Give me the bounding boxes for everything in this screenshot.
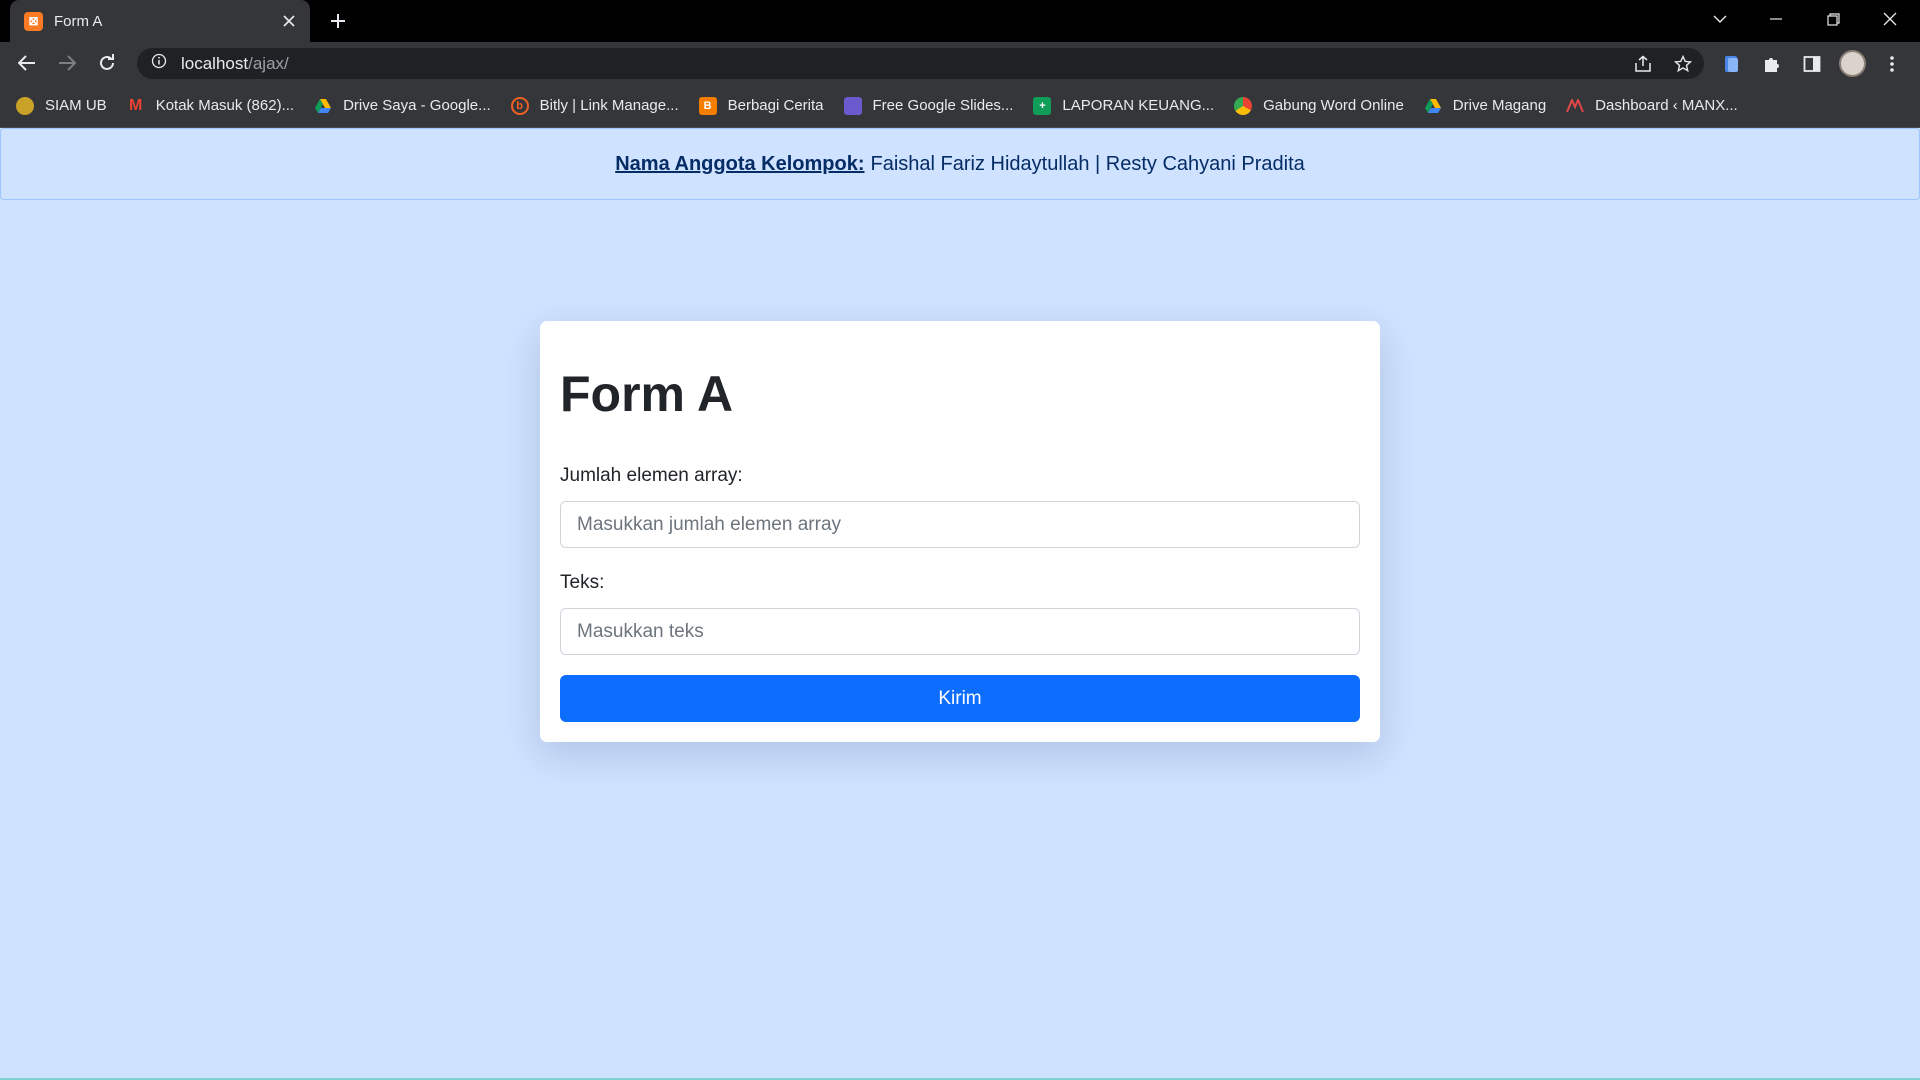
alert-text: Faishal Fariz Hidaytullah | Resty Cahyan… xyxy=(870,152,1305,175)
bookmark-laporan-keuangan[interactable]: + LAPORAN KEUANG... xyxy=(1033,96,1215,115)
bookmark-free-google-slides[interactable]: Free Google Slides... xyxy=(843,96,1014,115)
bookmark-label: Berbagi Cerita xyxy=(727,97,824,114)
more-menu-icon[interactable] xyxy=(1880,52,1904,76)
side-panel-icon[interactable] xyxy=(1800,52,1824,76)
close-window-icon[interactable] xyxy=(1864,0,1916,38)
blogger-icon: B xyxy=(698,96,717,115)
bookmark-label: LAPORAN KEUANG... xyxy=(1062,97,1215,114)
browser-tab-strip: ⊠ Form A xyxy=(0,0,1920,42)
close-tab-icon[interactable] xyxy=(280,12,298,30)
back-arrow-icon[interactable] xyxy=(12,48,42,78)
bookmark-drive-magang[interactable]: Drive Magang xyxy=(1424,97,1546,115)
chrome-icon xyxy=(1234,96,1253,115)
bookmark-label: Kotak Masuk (862)... xyxy=(155,97,295,114)
bookmark-gmail[interactable]: M Kotak Masuk (862)... xyxy=(127,97,294,115)
bookmark-siam-ub[interactable]: SIAM UB xyxy=(16,96,107,115)
array-count-label: Jumlah elemen array: xyxy=(560,465,743,486)
bitly-icon: b xyxy=(510,96,529,115)
bookmark-label: Drive Magang xyxy=(1452,97,1547,114)
form-card: Form A Jumlah elemen array: Teks: Kirim xyxy=(540,321,1380,742)
url-path: /ajax/ xyxy=(248,53,289,73)
tab-search-chevron-down-icon[interactable] xyxy=(1694,0,1746,38)
alert-label: Nama Anggota Kelompok: xyxy=(615,152,865,175)
bookmark-label: SIAM UB xyxy=(45,97,107,114)
bookmark-label: Dashboard ‹ MANX... xyxy=(1595,97,1738,114)
sheets-icon: + xyxy=(1033,96,1052,115)
slides-icon xyxy=(843,96,862,115)
array-count-input[interactable] xyxy=(560,501,1360,548)
extensions-puzzle-icon[interactable] xyxy=(1760,52,1784,76)
bookmarks-bar: SIAM UB M Kotak Masuk (862)... Drive Say… xyxy=(0,84,1920,128)
google-drive-icon xyxy=(1424,97,1442,115)
forward-arrow-icon[interactable] xyxy=(52,48,82,78)
bookmark-label: Free Google Slides... xyxy=(872,97,1014,114)
browser-tab[interactable]: ⊠ Form A xyxy=(10,0,310,42)
siam-ub-icon xyxy=(16,96,34,115)
url-host: localhost xyxy=(181,53,249,73)
manx-icon xyxy=(1566,97,1585,115)
google-drive-icon xyxy=(314,97,332,115)
gmail-icon: M xyxy=(129,96,143,114)
bookmark-bitly[interactable]: b Bitly | Link Manage... xyxy=(510,96,679,115)
bookmark-berbagi-cerita[interactable]: B Berbagi Cerita xyxy=(698,96,824,115)
reload-icon[interactable] xyxy=(92,48,122,78)
text-input[interactable] xyxy=(560,608,1360,655)
restore-window-icon[interactable] xyxy=(1807,0,1859,38)
bookmark-drive-saya[interactable]: Drive Saya - Google... xyxy=(314,97,491,115)
new-tab-plus-icon[interactable] xyxy=(324,9,352,33)
site-info-icon[interactable] xyxy=(151,53,167,74)
form-title: Form A xyxy=(560,366,734,422)
text-label: Teks: xyxy=(560,572,605,593)
bookmark-star-icon[interactable] xyxy=(1672,53,1694,75)
extension-docs-icon[interactable] xyxy=(1720,52,1744,76)
profile-avatar[interactable] xyxy=(1839,50,1866,77)
share-icon[interactable] xyxy=(1632,53,1654,75)
group-members-alert: Nama Anggota Kelompok: Faishal Fariz Hid… xyxy=(0,128,1920,200)
address-bar[interactable]: localhost/ajax/ xyxy=(137,48,1704,79)
bookmark-label: Drive Saya - Google... xyxy=(343,97,491,114)
tab-title: Form A xyxy=(54,12,103,30)
submit-button[interactable]: Kirim xyxy=(560,675,1360,722)
minimize-icon[interactable] xyxy=(1750,0,1802,38)
xampp-favicon-icon: ⊠ xyxy=(24,11,43,31)
bookmark-label: Gabung Word Online xyxy=(1263,97,1404,114)
bookmark-label: Bitly | Link Manage... xyxy=(539,97,679,114)
browser-toolbar: localhost/ajax/ xyxy=(0,42,1920,84)
bookmark-dashboard-manx[interactable]: Dashboard ‹ MANX... xyxy=(1566,97,1738,115)
bookmark-gabung-word-online[interactable]: Gabung Word Online xyxy=(1234,96,1404,115)
